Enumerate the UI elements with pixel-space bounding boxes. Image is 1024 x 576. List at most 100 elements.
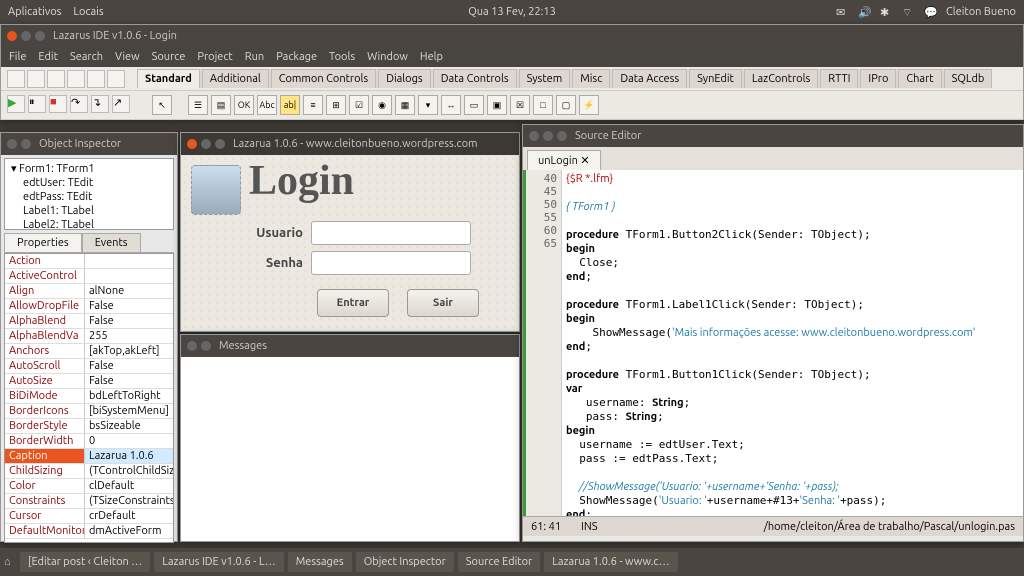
prop-row[interactable]: ChildSizing(TControlChildSizing)	[5, 464, 173, 479]
maximize-icon[interactable]	[35, 31, 45, 41]
form-canvas[interactable]: Login Usuario Senha Entrar Sair	[181, 155, 519, 331]
tab-datacontrols[interactable]: Data Controls	[433, 69, 517, 88]
toggle-form-button[interactable]	[107, 70, 125, 88]
prop-row[interactable]: DefaultMonitordmActiveForm	[5, 524, 173, 539]
tree-edtuser[interactable]: edtUser: TEdit	[7, 176, 171, 190]
tframe[interactable]: ▢	[556, 95, 576, 115]
prop-row[interactable]: AutoScrollFalse	[5, 359, 173, 374]
prop-row[interactable]: AutoSizeFalse	[5, 374, 173, 389]
tmainmenu[interactable]: ☰	[188, 95, 208, 115]
menu-package[interactable]: Package	[276, 51, 317, 63]
mail-icon[interactable]: ✉	[836, 6, 848, 18]
tab-sqldb[interactable]: SQLdb	[944, 69, 993, 88]
property-grid[interactable]: ActionActiveControlAlignalNoneAllowDropF…	[4, 253, 174, 543]
tab-common[interactable]: Common Controls	[271, 69, 376, 88]
tpanel[interactable]: □	[533, 95, 553, 115]
tlistbox[interactable]: ▦	[395, 95, 415, 115]
prop-row[interactable]: BiDiModebdLeftToRight	[5, 389, 173, 404]
minimize-icon[interactable]	[21, 139, 31, 149]
step-into-button[interactable]: ↴	[91, 95, 109, 113]
task-messages[interactable]: Messages	[288, 552, 352, 572]
tab-chart[interactable]: Chart	[898, 69, 941, 88]
prop-row[interactable]: Constraints(TSizeConstraints)	[5, 494, 173, 509]
menu-source[interactable]: Source	[152, 51, 186, 63]
tpopupmenu[interactable]: ▤	[211, 95, 231, 115]
close-icon[interactable]	[187, 341, 197, 351]
open-button[interactable]	[27, 70, 45, 88]
messages-body[interactable]	[181, 357, 519, 541]
menu-search[interactable]: Search	[70, 51, 103, 63]
prop-row[interactable]: ActiveControl	[5, 269, 173, 284]
label-senha[interactable]: Senha	[243, 256, 303, 270]
menu-help[interactable]: Help	[420, 51, 443, 63]
login-heading[interactable]: Login	[249, 157, 354, 205]
prop-row[interactable]: AlphaBlendVa255	[5, 329, 173, 344]
tmemo[interactable]: ≡	[303, 95, 323, 115]
prop-row[interactable]: CursorcrDefault	[5, 509, 173, 524]
task-lazarus[interactable]: Lazarus IDE v1.0.6 - L…	[154, 552, 283, 572]
volume-icon[interactable]: 🔊	[858, 6, 870, 18]
prop-row[interactable]: BorderWidth0	[5, 434, 173, 449]
tscrollbar[interactable]: ↔	[441, 95, 461, 115]
bluetooth-icon[interactable]: ✱	[880, 6, 892, 18]
sair-button[interactable]: Sair	[407, 289, 479, 317]
tradiogroup[interactable]: ▣	[487, 95, 507, 115]
new-form-button[interactable]	[87, 70, 105, 88]
menu-run[interactable]: Run	[245, 51, 264, 63]
avatar-image[interactable]	[191, 165, 241, 215]
maximize-icon[interactable]	[215, 139, 225, 149]
home-icon[interactable]: ⌂	[4, 556, 16, 568]
close-icon[interactable]	[529, 131, 539, 141]
tree-form1[interactable]: ▾ Form1: TForm1	[7, 161, 171, 176]
tab-system[interactable]: System	[519, 69, 571, 88]
prop-row[interactable]: Anchors[akTop,akLeft]	[5, 344, 173, 359]
step-over-button[interactable]: ↷	[70, 95, 88, 113]
menu-window[interactable]: Window	[367, 51, 408, 63]
tbutton[interactable]: OK	[234, 95, 254, 115]
new-unit-button[interactable]	[7, 70, 25, 88]
code-editor[interactable]: {$R *.lfm} { TForm1 } procedure TForm1.B…	[562, 170, 1023, 516]
places-menu[interactable]: Locais	[73, 6, 103, 18]
edtpass-field[interactable]	[311, 251, 471, 275]
task-login[interactable]: Lazarua 1.0.6 - www.c…	[544, 552, 677, 572]
tab-ipro[interactable]: IPro	[860, 69, 896, 88]
maximize-icon[interactable]	[557, 131, 567, 141]
tcheckbox[interactable]: ☑	[349, 95, 369, 115]
stop-button[interactable]: ■	[49, 95, 67, 113]
user-menu[interactable]: Cleiton Bueno	[946, 6, 1016, 18]
cursor-tool[interactable]: ↖	[152, 95, 172, 115]
tab-rtti[interactable]: RTTI	[820, 69, 858, 88]
minimize-icon[interactable]	[21, 31, 31, 41]
pause-button[interactable]: ⏸	[28, 95, 46, 113]
task-browser[interactable]: [Editar post ‹ Cleiton …	[20, 552, 150, 572]
menu-project[interactable]: Project	[197, 51, 232, 63]
prop-row[interactable]: CaptionLazarua 1.0.6	[5, 449, 173, 464]
menu-view[interactable]: View	[115, 51, 140, 63]
tab-properties[interactable]: Properties	[4, 233, 82, 252]
prop-row[interactable]: ColorclDefault	[5, 479, 173, 494]
close-icon[interactable]	[7, 139, 17, 149]
step-out-button[interactable]: ↗	[112, 95, 130, 113]
tab-synedit[interactable]: SynEdit	[689, 69, 742, 88]
close-icon[interactable]	[187, 139, 197, 149]
save-button[interactable]	[47, 70, 65, 88]
ttogglebox[interactable]: ⊞	[326, 95, 346, 115]
component-tree[interactable]: ▾ Form1: TForm1 edtUser: TEdit edtPass: …	[4, 158, 174, 230]
minimize-icon[interactable]	[543, 131, 553, 141]
apps-menu[interactable]: Aplicativos	[8, 6, 61, 18]
prop-row[interactable]: AlphaBlendFalse	[5, 314, 173, 329]
src-tab-unlogin[interactable]: unLogin ✕	[527, 150, 601, 170]
tgroupbox[interactable]: ▭	[464, 95, 484, 115]
label-usuario[interactable]: Usuario	[243, 226, 303, 240]
prop-row[interactable]: Action	[5, 254, 173, 269]
run-button[interactable]: ▶	[7, 95, 25, 113]
tcheckgroup[interactable]: ☒	[510, 95, 530, 115]
prop-row[interactable]: BorderIcons[biSystemMenu]	[5, 404, 173, 419]
tradiobutton[interactable]: ◉	[372, 95, 392, 115]
tab-dialogs[interactable]: Dialogs	[378, 69, 431, 88]
menu-tools[interactable]: Tools	[329, 51, 355, 63]
tab-dataaccess[interactable]: Data Access	[612, 69, 687, 88]
prop-row[interactable]: AlignalNone	[5, 284, 173, 299]
tree-label1[interactable]: Label1: TLabel	[7, 204, 171, 218]
tedit[interactable]: ab|	[280, 95, 300, 115]
